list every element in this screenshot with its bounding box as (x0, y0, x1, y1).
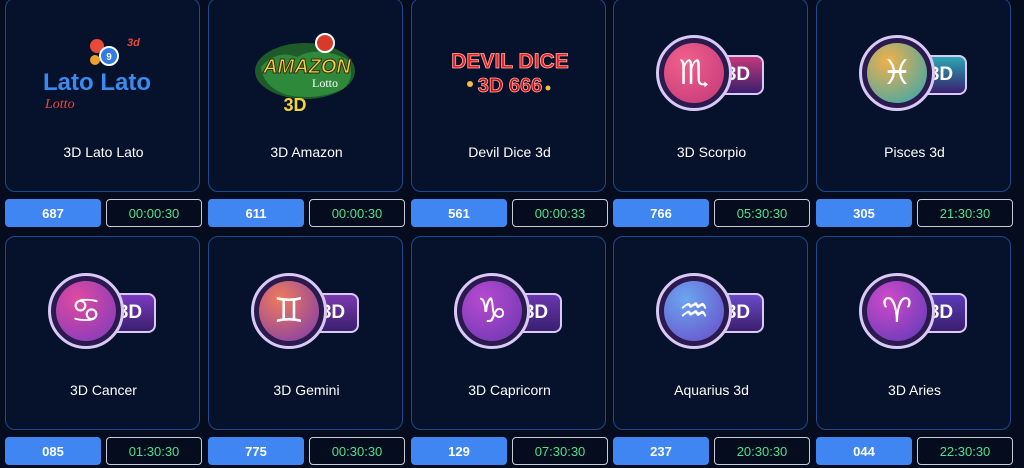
game-grid: 9 3d Lato Lato Lotto 3D Lato Lato 687 00:0… (0, 0, 1024, 468)
badge-ring: ♓ (859, 35, 935, 111)
zodiac-badge: 3D ♈ (857, 271, 972, 353)
game-card[interactable]: 3D ♋ 3D Cancer (5, 236, 200, 430)
countdown-timer: 07:30:30 (512, 437, 608, 465)
pisces-icon: ♓ (867, 43, 927, 103)
aries-icon: 3D ♈ (817, 267, 1012, 357)
game-card[interactable]: 3D ♊ 3D Gemini (208, 236, 403, 430)
amazon-logo-art: AMAZON Lotto 3D (254, 33, 355, 115)
game-card[interactable]: 3D ♑ 3D Capricorn (411, 236, 606, 430)
game-name: 3D Cancer (70, 382, 137, 398)
cancer-icon: ♋ (56, 281, 116, 341)
result-number-badge: 085 (5, 437, 101, 465)
result-number-badge: 561 (411, 199, 507, 227)
cancer-icon: 3D ♋ (6, 267, 201, 357)
capricorn-icon: ♑ (462, 281, 522, 341)
capricorn-icon: 3D ♑ (412, 267, 607, 357)
pisces-icon: 3D ♓ (817, 29, 1012, 119)
countdown-timer: 21:30:30 (917, 199, 1013, 227)
game-name: 3D Scorpio (676, 144, 747, 160)
badge-ring: ♊ (251, 273, 327, 349)
zodiac-badge: 3D ♓ (857, 33, 972, 115)
game-name: 3D Lato Lato (63, 144, 144, 160)
amazon-logo: AMAZON Lotto 3D (209, 29, 404, 119)
countdown-timer: 05:30:30 (714, 199, 810, 227)
countdown-timer: 01:30:30 (106, 437, 202, 465)
logo-title: DEVIL DICE (451, 50, 568, 73)
game-card[interactable]: 3D ♓ Pisces 3d (816, 0, 1011, 192)
countdown-timer: 22:30:30 (917, 437, 1013, 465)
game-name: 3D Amazon (270, 144, 343, 160)
logo-badge: 3D (283, 95, 306, 115)
game-name: Pisces 3d (884, 144, 945, 160)
countdown-timer: 00:00:30 (309, 199, 405, 227)
lato-lato-logo-art: 9 3d Lato Lato Lotto (43, 37, 151, 112)
gemini-icon: 3D ♊ (209, 267, 404, 357)
zodiac-badge: 3D ♑ (452, 271, 567, 353)
game-name: Aquarius 3d (674, 382, 749, 398)
aquarius-icon: ♒ (664, 281, 724, 341)
logo-subtitle: 3D 666 (477, 75, 542, 97)
result-number-badge: 775 (208, 437, 304, 465)
zodiac-badge: 3D ♒ (654, 271, 769, 353)
result-number-badge: 687 (5, 199, 101, 227)
logo-title: Lato Lato (43, 69, 151, 96)
logo-subtitle: Lotto (44, 97, 75, 112)
result-number-badge: 766 (613, 199, 709, 227)
countdown-timer: 20:30:30 (714, 437, 810, 465)
badge-ring: ♈ (859, 273, 935, 349)
game-name: 3D Aries (888, 382, 941, 398)
lato-lato-logo: 9 3d Lato Lato Lotto (6, 29, 201, 119)
aquarius-icon: 3D ♒ (614, 267, 809, 357)
badge-ring: ♑ (454, 273, 530, 349)
game-card[interactable]: 3D ♈ 3D Aries (816, 236, 1011, 430)
countdown-timer: 00:00:33 (512, 199, 608, 227)
result-number-badge: 611 (208, 199, 304, 227)
game-name: 3D Capricorn (468, 382, 551, 398)
logo-badge: 3d (127, 37, 140, 49)
scorpio-icon: 3D ♏ (614, 29, 809, 119)
game-card[interactable]: 3D ♏ 3D Scorpio (613, 0, 808, 192)
svg-text:9: 9 (106, 52, 112, 63)
countdown-timer: 00:30:30 (309, 437, 405, 465)
result-number-badge: 237 (613, 437, 709, 465)
game-name: Devil Dice 3d (468, 144, 551, 160)
result-number-badge: 044 (816, 437, 912, 465)
game-card[interactable]: AMAZON Lotto 3D 3D Amazon (208, 0, 403, 192)
gemini-icon: ♊ (259, 281, 319, 341)
logo-title: AMAZON (262, 56, 351, 78)
zodiac-badge: 3D ♊ (249, 271, 364, 353)
result-number-badge: 129 (411, 437, 507, 465)
game-card[interactable]: 9 3d Lato Lato Lotto 3D Lato Lato (5, 0, 200, 192)
game-card[interactable]: DEVIL DICE 3D 666 Devil Dice 3d (411, 0, 606, 192)
zodiac-badge: 3D ♋ (46, 271, 161, 353)
badge-ring: ♋ (48, 273, 124, 349)
zodiac-badge: 3D ♏ (654, 33, 769, 115)
badge-ring: ♒ (656, 273, 732, 349)
devil-dice-logo-art: DEVIL DICE 3D 666 (450, 50, 568, 98)
game-card[interactable]: 3D ♒ Aquarius 3d (613, 236, 808, 430)
countdown-timer: 00:00:30 (106, 199, 202, 227)
devil-dice-logo: DEVIL DICE 3D 666 (412, 29, 607, 119)
aries-icon: ♈ (867, 281, 927, 341)
result-number-badge: 305 (816, 199, 912, 227)
game-name: 3D Gemini (273, 382, 340, 398)
scorpio-icon: ♏ (664, 43, 724, 103)
badge-ring: ♏ (656, 35, 732, 111)
logo-subtitle: Lotto (312, 76, 338, 90)
